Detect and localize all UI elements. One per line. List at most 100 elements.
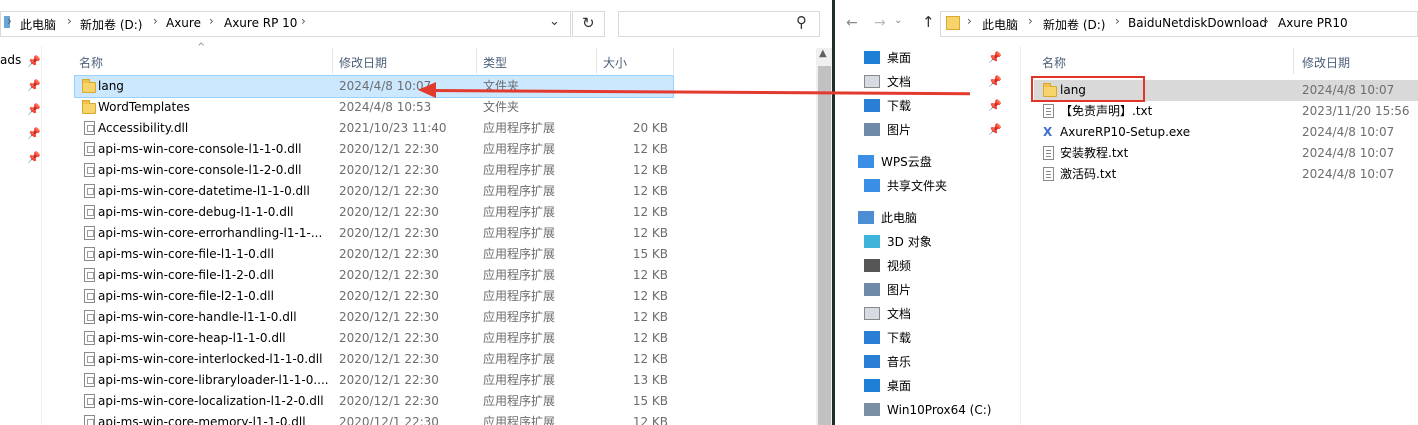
file-row[interactable]: 安装教程.txt 2024/4/8 10:07 [1034,143,1418,164]
right-breadcrumb-2[interactable]: BaiduNetdiskDownload [1128,16,1267,30]
dll-file-icon [84,142,95,156]
column-header-date[interactable]: 修改日期 [339,54,387,71]
dll-file-icon [84,394,95,408]
file-type: 应用程序扩展 [483,205,556,219]
up-arrow-icon[interactable]: ↑ [922,13,935,31]
forward-arrow-icon[interactable]: → [874,15,886,31]
file-row[interactable]: api-ms-win-core-libraryloader-l1-1-0....… [75,370,673,391]
right-breadcrumb-3[interactable]: Axure PR10 [1278,16,1348,30]
refresh-icon: ↻ [582,14,595,32]
scrollbar-thumb[interactable] [818,66,831,425]
pin-icon: 📌 [988,99,1002,112]
file-row[interactable]: lang 2024/4/8 10:07 文件夹 [74,75,674,98]
sort-ascending-icon: ^ [197,42,206,53]
file-row[interactable]: 【免责声明】.txt 2023/11/20 15:56 [1034,101,1418,122]
file-row[interactable]: api-ms-win-core-file-l2-1-0.dll 2020/12/1… [75,286,673,307]
file-date: 2024/4/8 10:07 [1302,125,1395,139]
file-type: 应用程序扩展 [483,247,556,261]
left-explorer-window: › 此电脑 › 新加卷 (D:) › Axure › Axure RP 10 ›… [0,0,834,425]
recent-locations-icon[interactable]: ⌄ [894,15,902,26]
left-breadcrumb-0[interactable]: 此电脑 [20,16,56,33]
file-row[interactable]: api-ms-win-core-file-l1-2-0.dll 2020/12/1… [75,265,673,286]
nav-scrollbar[interactable] [41,46,59,425]
column-divider[interactable] [332,48,333,74]
shared-folder-icon [864,179,880,192]
column-divider[interactable] [476,48,477,74]
left-breadcrumb-3[interactable]: Axure RP 10 [224,16,297,30]
left-breadcrumb-1[interactable]: 新加卷 (D:) [80,16,142,33]
file-size: 12 KB [632,415,668,425]
file-size: 15 KB [632,247,668,261]
file-row[interactable]: api-ms-win-core-interlocked-l1-1-0.dll 20… [75,349,673,370]
file-name: Accessibility.dll [98,121,189,135]
videos-icon [864,259,880,272]
file-name: api-ms-win-core-console-l1-1-0.dll [98,142,302,156]
dll-file-icon [84,247,95,261]
chevron-down-icon[interactable]: ⌄ [549,14,560,29]
file-row[interactable]: api-ms-win-core-errorhandling-l1-1-... 20… [75,223,673,244]
file-date: 2020/12/1 22:30 [339,289,439,303]
file-date: 2020/12/1 22:30 [339,205,439,219]
file-size: 12 KB [632,142,668,156]
right-breadcrumb-0[interactable]: 此电脑 [982,16,1018,33]
file-row[interactable]: api-ms-win-core-console-l1-1-0.dll 2020/1… [75,139,673,160]
column-divider[interactable] [596,48,597,74]
left-breadcrumb-2[interactable]: Axure [166,16,201,30]
column-header-name[interactable]: 名称 [79,54,103,71]
scroll-up-arrow-icon[interactable]: ▲ [819,48,827,59]
dll-file-icon [84,226,95,240]
right-breadcrumb-1[interactable]: 新加卷 (D:) [1043,16,1105,33]
nav-item-label: 音乐 [887,355,912,369]
dll-file-icon [84,415,95,425]
file-type: 文件夹 [483,79,520,93]
file-row[interactable]: X AxureRP10-Setup.exe 2024/4/8 10:07 [1034,122,1418,143]
file-row[interactable]: api-ms-win-core-heap-l1-1-0.dll 2020/12/1… [75,328,673,349]
nav-item-downloads-partial[interactable]: ads [0,53,21,67]
nav-item-label: 下载 [887,331,912,345]
file-size: 12 KB [632,205,668,219]
dll-file-icon [84,268,95,282]
desktop-icon [864,51,880,64]
axure-installer-icon: X [1043,125,1053,139]
file-name: api-ms-win-core-file-l1-1-0.dll [98,247,274,261]
file-date: 2020/12/1 22:30 [339,268,439,282]
file-type: 应用程序扩展 [483,184,556,198]
column-header-size[interactable]: 大小 [603,54,627,71]
nav-scrollbar[interactable] [1004,46,1021,425]
pictures-icon [864,283,880,296]
file-date: 2020/12/1 22:30 [339,247,439,261]
3d-objects-icon [864,235,880,248]
column-divider[interactable] [1293,48,1294,74]
file-row[interactable]: WordTemplates 2024/4/8 10:53 文件夹 [75,97,673,118]
nav-item-label: 桌面 [887,51,912,65]
file-size: 20 KB [632,121,668,135]
file-name: api-ms-win-core-localization-l1-2-0.dll [98,394,324,408]
dll-file-icon [84,289,95,303]
file-row[interactable]: api-ms-win-core-handle-l1-1-0.dll 2020/12… [75,307,673,328]
file-type: 应用程序扩展 [483,394,556,408]
file-date: 2020/12/1 22:30 [339,163,439,177]
file-row[interactable]: api-ms-win-core-localization-l1-2-0.dll 2… [75,391,673,412]
file-type: 应用程序扩展 [483,331,556,345]
dll-file-icon [84,205,95,219]
back-arrow-icon[interactable]: ← [846,15,858,31]
breadcrumb-separator: › [67,14,72,28]
file-size: 13 KB [632,373,668,387]
file-name: 安装教程.txt [1060,146,1129,160]
documents-icon [864,307,880,320]
column-divider[interactable] [673,48,674,74]
file-row[interactable]: api-ms-win-core-memory-l1-1-0.dll 2020/12… [75,412,673,425]
file-row[interactable]: 激活码.txt 2024/4/8 10:07 [1034,164,1418,185]
column-header-date[interactable]: 修改日期 [1302,54,1350,71]
file-row[interactable]: api-ms-win-core-debug-l1-1-0.dll 2020/12/… [75,202,673,223]
left-search-input[interactable] [618,11,820,37]
file-row[interactable]: Accessibility.dll 2021/10/23 11:40 应用程序扩展 2… [75,118,673,139]
nav-item-label: 文档 [887,75,912,89]
folder-icon [82,100,96,114]
column-header-name[interactable]: 名称 [1042,54,1066,71]
column-header-type[interactable]: 类型 [483,54,507,71]
file-row[interactable]: api-ms-win-core-datetime-l1-1-0.dll 2020/… [75,181,673,202]
file-row[interactable]: api-ms-win-core-file-l1-1-0.dll 2020/12/1… [75,244,673,265]
search-icon: ⚲ [796,13,807,31]
file-row[interactable]: api-ms-win-core-console-l1-2-0.dll 2020/1… [75,160,673,181]
